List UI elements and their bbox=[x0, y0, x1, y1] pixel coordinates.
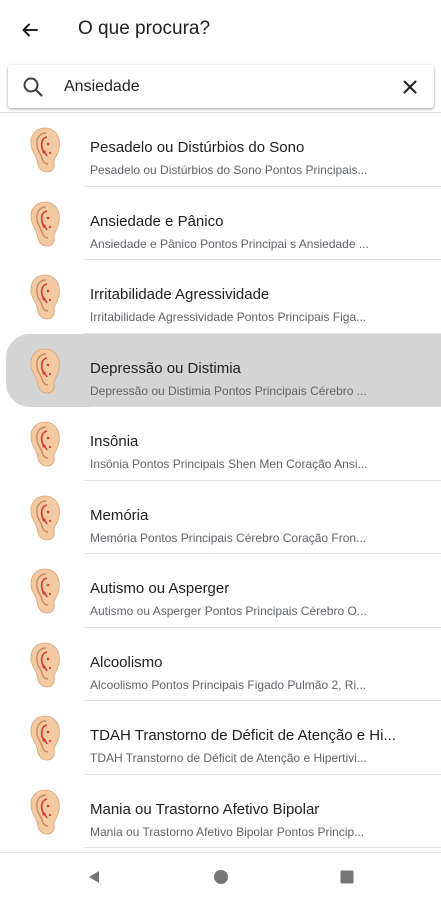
nav-recents-button[interactable] bbox=[335, 865, 359, 889]
search-bar bbox=[8, 65, 434, 108]
top-app-bar: O que procura? bbox=[0, 0, 441, 58]
result-item-title: Alcoolismo bbox=[90, 653, 163, 671]
result-item-text: Pesadelo ou Distúrbios do Sono Pesadelo … bbox=[90, 138, 421, 178]
result-item[interactable]: Pesadelo ou Distúrbios do Sono Pesadelo … bbox=[0, 113, 441, 187]
result-item-subtitle: TDAH Transtorno de Déficit de Atenção e … bbox=[90, 751, 367, 765]
nav-back-button[interactable] bbox=[82, 865, 106, 889]
result-item[interactable]: Memória Memória Pontos Principais Cérebr… bbox=[0, 481, 441, 554]
result-item-subtitle: Mania ou Trastorno Afetivo Bipolar Ponto… bbox=[90, 824, 365, 839]
result-item-text: Insônia Insônia Pontos Principais Shen M… bbox=[90, 432, 421, 472]
close-icon bbox=[403, 80, 417, 94]
result-item-text: Autismo ou Asperger Autismo ou Asperger … bbox=[90, 579, 421, 619]
result-item[interactable]: Alcoolismo Alcoolismo Pontos Principais … bbox=[0, 628, 441, 701]
ear-icon bbox=[30, 715, 60, 761]
result-item-subtitle: Depressão ou Distimia Pontos Principais … bbox=[90, 383, 367, 398]
divider bbox=[84, 847, 441, 848]
ear-icon bbox=[30, 642, 60, 687]
ear-icon bbox=[30, 789, 60, 834]
result-item-subtitle: Pesadelo ou Distúrbios do Sono Pontos Pr… bbox=[90, 163, 368, 177]
result-item[interactable]: Depressão ou Distimia Depressão ou Disti… bbox=[6, 333, 441, 407]
ear-icon bbox=[30, 421, 60, 467]
ear-icon bbox=[30, 348, 60, 393]
result-item[interactable]: Insônia Insônia Pontos Principais Shen M… bbox=[0, 407, 441, 481]
result-item-title: Autismo ou Asperger bbox=[90, 580, 230, 597]
result-item[interactable]: Autismo ou Asperger Autismo ou Asperger … bbox=[0, 554, 441, 628]
triangle-back-icon bbox=[89, 871, 99, 883]
result-item-subtitle: Memória Pontos Principais Cérebro Coraçã… bbox=[90, 530, 367, 545]
result-item-title: TDAH Transtorno de Déficit de Atenção e … bbox=[90, 727, 396, 744]
ear-icon bbox=[30, 201, 60, 246]
result-item-title: Memória bbox=[90, 506, 149, 524]
result-item-subtitle: Irritabilidade Agressividade Pontos Prin… bbox=[90, 310, 367, 324]
search-input[interactable] bbox=[64, 65, 384, 108]
result-item-subtitle: Ansiedade e Pânico Pontos Principai s An… bbox=[90, 236, 369, 251]
result-item-title: Insônia bbox=[90, 433, 139, 450]
result-item-title: Irritabilidade Agressividade bbox=[90, 286, 270, 303]
circle-home-icon bbox=[214, 870, 228, 884]
result-item-title: Ansiedade e Pânico bbox=[90, 212, 224, 230]
ear-icon bbox=[30, 495, 60, 540]
ear-icon bbox=[30, 568, 60, 614]
arrow-left-icon bbox=[22, 23, 38, 37]
result-item[interactable]: Irritabilidade Agressividade Irritabilid… bbox=[0, 260, 441, 334]
results-list: Pesadelo ou Distúrbios do Sono Pesadelo … bbox=[0, 112, 441, 852]
system-navigation-bar bbox=[0, 852, 441, 900]
result-item-text: Ansiedade e Pânico Ansiedade e Pânico Po… bbox=[90, 212, 421, 252]
result-item-text: Depressão ou Distimia Depressão ou Disti… bbox=[90, 359, 421, 399]
back-button[interactable] bbox=[14, 14, 46, 46]
result-item-subtitle: Insônia Pontos Principais Shen Men Coraç… bbox=[90, 457, 368, 471]
result-item-title: Depressão ou Distimia bbox=[90, 359, 241, 377]
result-item[interactable]: Ansiedade e Pânico Ansiedade e Pânico Po… bbox=[0, 187, 441, 260]
result-item-text: Irritabilidade Agressividade Irritabilid… bbox=[90, 285, 421, 325]
result-item[interactable]: TDAH Transtorno de Déficit de Atenção e … bbox=[0, 701, 441, 775]
result-item-title: Pesadelo ou Distúrbios do Sono bbox=[90, 139, 305, 156]
result-item-text: TDAH Transtorno de Déficit de Atenção e … bbox=[90, 726, 421, 766]
ear-icon bbox=[30, 127, 60, 173]
result-item[interactable]: Mania ou Trastorno Afetivo Bipolar Mania… bbox=[0, 775, 441, 848]
clear-search-button[interactable] bbox=[398, 75, 422, 99]
result-item-text: Alcoolismo Alcoolismo Pontos Principais … bbox=[90, 653, 421, 693]
result-item-subtitle: Alcoolismo Pontos Principais Figado Pulm… bbox=[90, 677, 367, 692]
square-recents-icon bbox=[340, 870, 354, 884]
ear-icon bbox=[30, 274, 60, 320]
nav-home-button[interactable] bbox=[209, 865, 233, 889]
result-item-title: Mania ou Trastorno Afetivo Bipolar bbox=[90, 800, 320, 818]
result-item-text: Mania ou Trastorno Afetivo Bipolar Mania… bbox=[90, 800, 421, 840]
result-item-subtitle: Autismo ou Asperger Pontos Principais Cé… bbox=[90, 604, 367, 618]
search-icon bbox=[23, 77, 43, 97]
page-title: O que procura? bbox=[78, 18, 211, 39]
result-item-text: Memória Memória Pontos Principais Cérebr… bbox=[90, 506, 421, 546]
